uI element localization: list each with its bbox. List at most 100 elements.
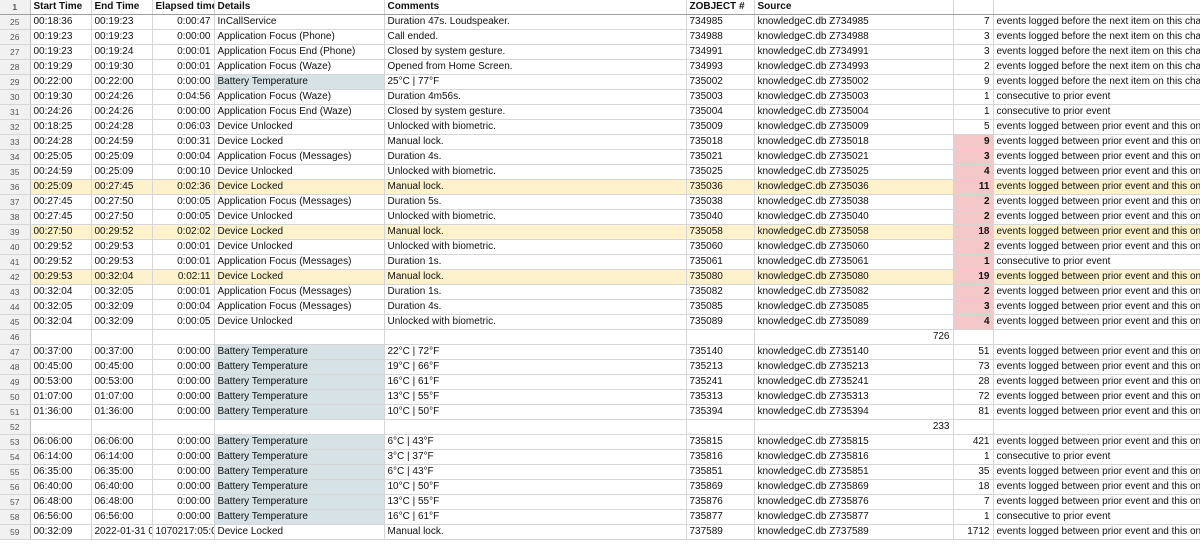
cell-elapsed-time[interactable] [152, 329, 215, 345]
cell-event-count[interactable]: 3 [953, 44, 994, 60]
cell-source[interactable]: knowledgeC.db Z735018 [754, 134, 954, 150]
cell-zobject[interactable]: 737589 [686, 524, 755, 540]
cell-elapsed-time[interactable]: 0:06:03 [152, 119, 215, 135]
cell-elapsed-time[interactable]: 0:02:02 [152, 224, 215, 240]
cell-details[interactable]: Battery Temperature [214, 479, 385, 495]
cell-comments[interactable]: Unlocked with biometric. [384, 164, 687, 180]
cell-elapsed-time[interactable]: 0:00:00 [152, 74, 215, 90]
row-number[interactable]: 29 [0, 74, 31, 90]
cell-details[interactable]: Battery Temperature [214, 374, 385, 390]
cell-zobject[interactable]: 735816 [686, 449, 755, 465]
cell-end-time[interactable]: 00:19:23 [91, 14, 153, 30]
cell-comments[interactable]: 6°C | 43°F [384, 464, 687, 480]
row-number[interactable]: 36 [0, 179, 31, 195]
cell-event-count[interactable]: 51 [953, 344, 994, 360]
cell-event-count[interactable]: 18 [953, 224, 994, 240]
cell-details[interactable]: Device Unlocked [214, 119, 385, 135]
cell-source[interactable]: knowledgeC.db Z735003 [754, 89, 954, 105]
cell-event-count[interactable]: 1712 [953, 524, 994, 540]
cell-comments[interactable]: 10°C | 50°F [384, 479, 687, 495]
cell-zobject[interactable]: 735003 [686, 89, 755, 105]
cell-details[interactable]: Device Locked [214, 224, 385, 240]
cell-elapsed-time[interactable]: 0:04:56 [152, 89, 215, 105]
cell-end-time[interactable]: 06:06:00 [91, 434, 153, 450]
cell-details[interactable]: Application Focus (Messages) [214, 299, 385, 315]
cell-end-time[interactable]: 06:35:00 [91, 464, 153, 480]
cell-elapsed-time[interactable]: 0:00:00 [152, 344, 215, 360]
cell-comments[interactable]: 13°C | 55°F [384, 389, 687, 405]
cell-event-note[interactable]: events logged between prior event and th… [993, 374, 1200, 390]
cell-zobject[interactable]: 735038 [686, 194, 755, 210]
cell-end-time[interactable]: 00:32:09 [91, 314, 153, 330]
cell-zobject[interactable]: 735004 [686, 104, 755, 120]
cell-start-time[interactable]: 00:53:00 [30, 374, 92, 390]
cell-event-count[interactable]: 73 [953, 359, 994, 375]
cell-end-time[interactable] [91, 419, 153, 435]
cell-zobject[interactable]: 735021 [686, 149, 755, 165]
cell-elapsed-time[interactable]: 0:00:00 [152, 359, 215, 375]
cell-end-time[interactable]: 2022-01-31 0 [91, 524, 153, 540]
cell-details[interactable]: Application Focus (Waze) [214, 59, 385, 75]
cell-details[interactable]: Application Focus (Messages) [214, 194, 385, 210]
cell-zobject[interactable]: 735089 [686, 314, 755, 330]
cell-source[interactable]: knowledgeC.db Z734991 [754, 44, 954, 60]
cell-start-time[interactable]: 06:06:00 [30, 434, 92, 450]
cell-event-count[interactable]: 2 [953, 284, 994, 300]
cell-comments[interactable] [384, 329, 687, 345]
cell-start-time[interactable]: 00:25:05 [30, 149, 92, 165]
row-number[interactable]: 55 [0, 464, 31, 480]
cell-end-time[interactable]: 00:22:00 [91, 74, 153, 90]
cell-event-count[interactable]: 9 [953, 134, 994, 150]
cell-event-note[interactable]: events logged between prior event and th… [993, 239, 1200, 255]
cell-start-time[interactable]: 00:24:26 [30, 104, 92, 120]
column-header-source[interactable]: Source [754, 0, 954, 15]
row-number[interactable]: 33 [0, 134, 31, 150]
cell-elapsed-time[interactable]: 0:00:04 [152, 299, 215, 315]
cell-event-count[interactable]: 1 [953, 89, 994, 105]
cell-comments[interactable]: Unlocked with biometric. [384, 239, 687, 255]
column-header-start-time[interactable]: Start Time [30, 0, 92, 15]
cell-start-time[interactable]: 00:25:09 [30, 179, 92, 195]
cell-comments[interactable]: Manual lock. [384, 179, 687, 195]
cell-comments[interactable]: 13°C | 55°F [384, 494, 687, 510]
cell-start-time[interactable]: 00:29:52 [30, 239, 92, 255]
cell-event-note[interactable]: events logged between prior event and th… [993, 299, 1200, 315]
cell-zobject[interactable]: 735009 [686, 119, 755, 135]
cell-comments[interactable]: 6°C | 43°F [384, 434, 687, 450]
cell-zobject[interactable]: 735058 [686, 224, 755, 240]
cell-end-time[interactable]: 00:24:28 [91, 119, 153, 135]
cell-start-time[interactable]: 00:27:45 [30, 194, 92, 210]
cell-comments[interactable]: Duration 4s. [384, 149, 687, 165]
cell-zobject[interactable]: 735002 [686, 74, 755, 90]
cell-event-count[interactable]: 7 [953, 494, 994, 510]
cell-elapsed-time[interactable]: 0:00:04 [152, 149, 215, 165]
cell-end-time[interactable]: 00:27:45 [91, 179, 153, 195]
cell-details[interactable]: Application Focus End (Phone) [214, 44, 385, 60]
cell-source[interactable]: knowledgeC.db Z735061 [754, 254, 954, 270]
cell-elapsed-time[interactable]: 0:00:00 [152, 374, 215, 390]
cell-event-count[interactable]: 421 [953, 434, 994, 450]
cell-elapsed-time[interactable]: 0:00:05 [152, 209, 215, 225]
cell-zobject[interactable]: 735869 [686, 479, 755, 495]
cell-comments[interactable]: Manual lock. [384, 134, 687, 150]
row-number[interactable]: 41 [0, 254, 31, 270]
row-number[interactable]: 59 [0, 524, 31, 540]
cell-elapsed-time[interactable]: 0:00:00 [152, 509, 215, 525]
row-number[interactable]: 1 [0, 0, 31, 15]
subtotal-cell[interactable] [953, 419, 994, 435]
cell-event-count[interactable]: 35 [953, 464, 994, 480]
cell-elapsed-time[interactable]: 0:00:05 [152, 194, 215, 210]
cell-end-time[interactable]: 01:07:00 [91, 389, 153, 405]
cell-details[interactable]: Application Focus (Phone) [214, 29, 385, 45]
cell-source[interactable]: knowledgeC.db Z735025 [754, 164, 954, 180]
cell-elapsed-time[interactable] [152, 419, 215, 435]
cell-elapsed-time[interactable]: 0:00:00 [152, 479, 215, 495]
cell-end-time[interactable]: 00:45:00 [91, 359, 153, 375]
cell-event-note[interactable]: consecutive to prior event [993, 509, 1200, 525]
cell-source[interactable]: knowledgeC.db Z735851 [754, 464, 954, 480]
row-number[interactable]: 37 [0, 194, 31, 210]
cell-comments[interactable]: 16°C | 61°F [384, 374, 687, 390]
row-number[interactable]: 40 [0, 239, 31, 255]
cell-start-time[interactable]: 01:07:00 [30, 389, 92, 405]
cell-source[interactable]: knowledgeC.db Z737589 [754, 524, 954, 540]
